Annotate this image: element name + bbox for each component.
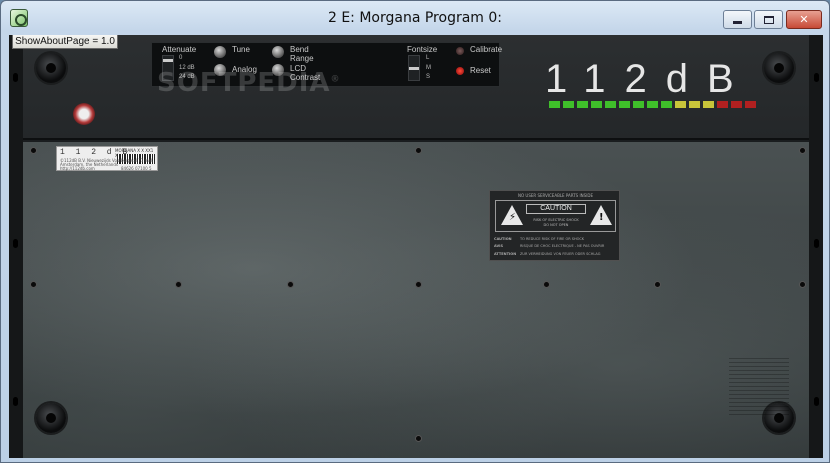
caution-sub-1: RISK OF ELECTRIC SHOCK xyxy=(533,218,579,222)
rail-hole xyxy=(13,73,18,82)
watermark-text: SOFTPEDIA xyxy=(157,68,331,98)
attenuate-option: 0 xyxy=(179,55,183,61)
caution-row: AVIS RISQUE DE CHOC ELECTRIQUE - NE PAS O… xyxy=(494,244,605,248)
rack-screw-icon xyxy=(764,53,794,83)
show-about-page-button[interactable]: ShowAboutPage = 1.0 xyxy=(12,35,118,49)
fontsize-option: S xyxy=(426,74,431,80)
fontsize-label: Fontsize xyxy=(407,45,438,54)
level-meter xyxy=(549,101,756,108)
bend-range-label-1: Bend xyxy=(290,45,309,54)
bottom-faceplate xyxy=(9,142,823,458)
rack-screw-icon xyxy=(36,403,66,433)
bend-range-label-2: Range xyxy=(290,54,314,63)
caution-row: ATTENTION ZUR VERMEIDUNG VON FEUER ODER S… xyxy=(494,252,601,256)
meter-segment xyxy=(591,101,602,108)
caution-header: NO USER SERVICEABLE PARTS INSIDE xyxy=(518,193,593,198)
calibrate-button[interactable] xyxy=(456,47,464,55)
bolt-icon xyxy=(799,281,806,288)
rail-hole xyxy=(814,397,819,406)
bolt-icon xyxy=(654,281,661,288)
rack-screw-icon xyxy=(36,53,66,83)
fontsize-option: M xyxy=(426,65,431,71)
meter-segment xyxy=(633,101,644,108)
power-button[interactable] xyxy=(73,103,95,125)
bolt-icon xyxy=(415,281,422,288)
bolt-icon xyxy=(415,147,422,154)
fontsize-switch[interactable] xyxy=(408,55,420,81)
meter-segment xyxy=(675,101,686,108)
app-window: 2 E: Morgana Program 0: ✕ ShowAboutPage … xyxy=(0,0,830,463)
maximize-button[interactable] xyxy=(754,10,783,29)
meter-segment xyxy=(563,101,574,108)
tune-knob[interactable] xyxy=(214,46,226,58)
meter-segment xyxy=(689,101,700,108)
bolt-icon xyxy=(799,147,806,154)
reset-label: Reset xyxy=(470,66,491,75)
fontsize-switch-handle[interactable] xyxy=(409,67,419,70)
attenuate-label: Attenuate xyxy=(162,45,197,54)
meter-segment xyxy=(731,101,742,108)
minimize-button[interactable] xyxy=(723,10,752,29)
rail-hole xyxy=(13,239,18,248)
meter-segment xyxy=(619,101,630,108)
close-icon: ✕ xyxy=(799,13,809,26)
fontsize-option: L xyxy=(426,55,430,61)
reset-button[interactable] xyxy=(456,67,464,75)
bolt-icon xyxy=(287,281,294,288)
tune-label: Tune xyxy=(232,45,250,54)
bend-range-knob[interactable] xyxy=(272,46,284,58)
exclamation-icon: ! xyxy=(599,212,604,223)
watermark-registered-mark: ® xyxy=(330,74,341,85)
plugin-panel: ShowAboutPage = 1.0 Attenuate 0 12 dB 24… xyxy=(9,35,823,458)
meter-segment xyxy=(549,101,560,108)
brand-logo: 112dB xyxy=(545,57,753,101)
attenuate-switch-handle[interactable] xyxy=(163,59,173,62)
caution-title: CAUTION xyxy=(526,204,586,214)
meter-segment xyxy=(605,101,616,108)
bolt-icon xyxy=(30,147,37,154)
product-sticker: 1 1 2 d B MORGANA X X XX1 X ©112dB B.V. … xyxy=(56,146,158,171)
softpedia-watermark: SOFTPEDIA® xyxy=(157,68,341,98)
minimize-icon xyxy=(733,21,742,24)
maximize-icon xyxy=(763,15,774,24)
title-bar[interactable]: 2 E: Morgana Program 0: ✕ xyxy=(1,1,829,35)
lightning-icon: ⚡ xyxy=(509,212,517,223)
bolt-icon xyxy=(415,435,422,442)
caution-row: CAUTION TO REDUCE RISK OF FIRE OR SHOCK xyxy=(494,237,585,241)
meter-segment xyxy=(647,101,658,108)
meter-segment xyxy=(703,101,714,108)
bolt-icon xyxy=(175,281,182,288)
vent-grille xyxy=(729,355,789,415)
rail-hole xyxy=(13,397,18,406)
caution-label: NO USER SERVICEABLE PARTS INSIDE ⚡ CAUTI… xyxy=(489,190,620,261)
meter-segment xyxy=(577,101,588,108)
caution-box: ⚡ CAUTION RISK OF ELECTRIC SHOCK DO NOT … xyxy=(495,200,616,232)
close-button[interactable]: ✕ xyxy=(786,10,822,29)
meter-segment xyxy=(661,101,672,108)
rail-hole xyxy=(814,239,819,248)
sticker-url: http://112db.com xyxy=(60,166,95,171)
bolt-icon xyxy=(543,281,550,288)
meter-segment xyxy=(717,101,728,108)
window-title: 2 E: Morgana Program 0: xyxy=(327,10,503,26)
sticker-barcode-number: 84626 07100 5 xyxy=(121,166,152,171)
rail-hole xyxy=(814,73,819,82)
calibrate-label: Calibrate xyxy=(470,45,503,54)
bolt-icon xyxy=(30,281,37,288)
meter-segment xyxy=(745,101,756,108)
caution-sub-2: DO NOT OPEN xyxy=(543,223,569,227)
